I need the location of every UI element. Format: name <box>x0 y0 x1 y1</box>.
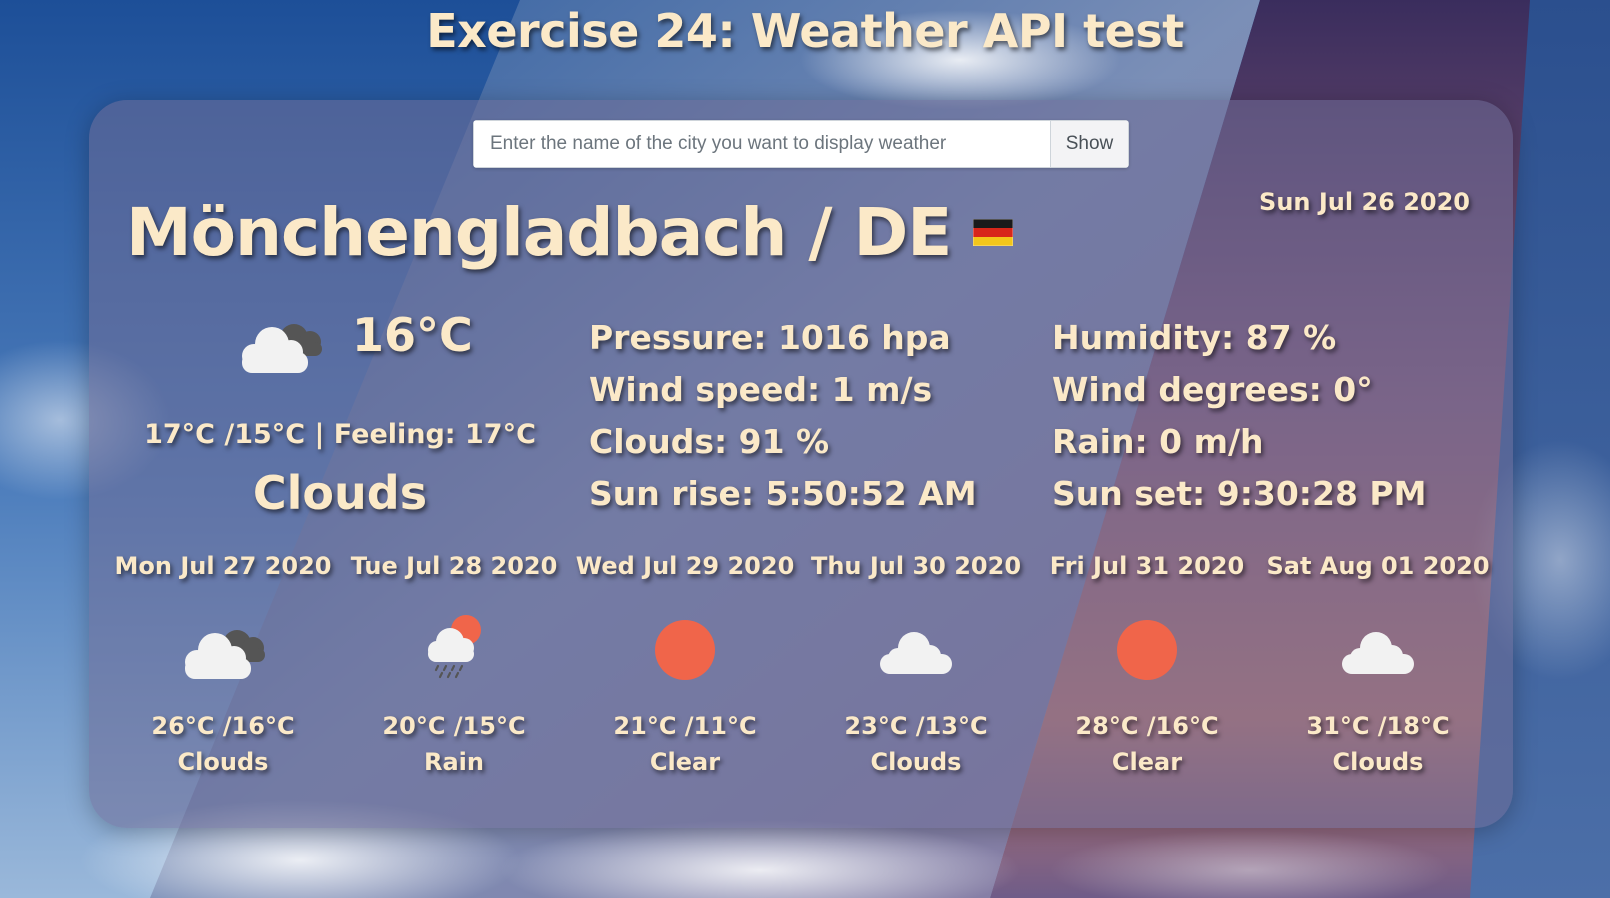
sunset-value: Sun set: 9:30:28 PM <box>1052 474 1427 513</box>
forecast-condition: Clouds <box>870 748 962 776</box>
forecast-temps: 28°C /16°C <box>1075 712 1219 740</box>
sun-icon <box>1117 620 1177 680</box>
forecast-condition: Clear <box>649 748 721 776</box>
page-title: Exercise 24: Weather API test <box>426 4 1184 58</box>
current-temperature: 16°C <box>352 308 473 362</box>
forecast-temps: 31°C /18°C <box>1306 712 1450 740</box>
pressure-value: Pressure: 1016 hpa <box>589 318 951 357</box>
current-condition: Clouds <box>252 466 428 520</box>
forecast-day: Sat Aug 01 2020 31°C /18°C Clouds <box>1262 552 1494 776</box>
forecast-day: Thu Jul 30 2020 23°C /13°C Clouds <box>800 552 1032 776</box>
weather-details-right: Humidity: 87 % Wind degrees: 0° Rain: 0 … <box>1052 312 1426 520</box>
forecast-date: Thu Jul 30 2020 <box>810 552 1022 580</box>
cloudy-icon <box>185 630 265 679</box>
weather-details-left: Pressure: 1016 hpa Wind speed: 1 m/s Clo… <box>589 312 977 520</box>
current-date: Sun Jul 26 2020 <box>1259 188 1470 216</box>
forecast-date: Sat Aug 01 2020 <box>1266 552 1490 580</box>
forecast-day: Mon Jul 27 2020 26°C /16°C Clouds <box>107 552 339 776</box>
forecast-date: Fri Jul 31 2020 <box>1049 552 1245 580</box>
forecast-temps: 20°C /15°C <box>382 712 526 740</box>
forecast-condition: Clouds <box>177 748 269 776</box>
forecast-date: Wed Jul 29 2020 <box>575 552 795 580</box>
forecast-date: Mon Jul 27 2020 <box>114 552 332 580</box>
city-label: Mönchengladbach / DE <box>126 194 952 271</box>
forecast-day: Wed Jul 29 2020 21°C /11°C Clear <box>569 552 801 776</box>
forecast-condition: Clouds <box>1332 748 1424 776</box>
forecast-condition: Clear <box>1111 748 1183 776</box>
forecast-temps: 21°C /11°C <box>613 712 757 740</box>
cloud-icon <box>880 632 952 674</box>
germany-flag-icon <box>973 219 1014 247</box>
cloudy-icon <box>242 324 322 373</box>
sun-icon <box>655 620 715 680</box>
forecast-temps: 26°C /16°C <box>151 712 295 740</box>
wind-speed-value: Wind speed: 1 m/s <box>589 370 933 409</box>
rain-value: Rain: 0 m/h <box>1052 422 1264 461</box>
clouds-value: Clouds: 91 % <box>589 422 830 461</box>
forecast-day: Tue Jul 28 2020 20°C /15°C Rain <box>338 552 570 776</box>
sunrise-value: Sun rise: 5:50:52 AM <box>589 474 977 513</box>
city-search-input[interactable] <box>473 120 1050 168</box>
wind-degrees-value: Wind degrees: 0° <box>1052 370 1373 409</box>
min-max-feeling: 17°C /15°C | Feeling: 17°C <box>144 419 536 450</box>
city-search-form: Show <box>473 120 1129 168</box>
show-button[interactable]: Show <box>1050 120 1129 168</box>
rain-sun-icon <box>428 615 481 679</box>
humidity-value: Humidity: 87 % <box>1052 318 1337 357</box>
cloud-icon <box>1342 632 1414 674</box>
forecast-day: Fri Jul 31 2020 28°C /16°C Clear <box>1031 552 1263 776</box>
forecast-condition: Rain <box>424 748 484 776</box>
forecast-temps: 23°C /13°C <box>844 712 988 740</box>
city-heading: Mönchengladbach / DE <box>126 194 1014 271</box>
forecast-date: Tue Jul 28 2020 <box>350 552 558 580</box>
